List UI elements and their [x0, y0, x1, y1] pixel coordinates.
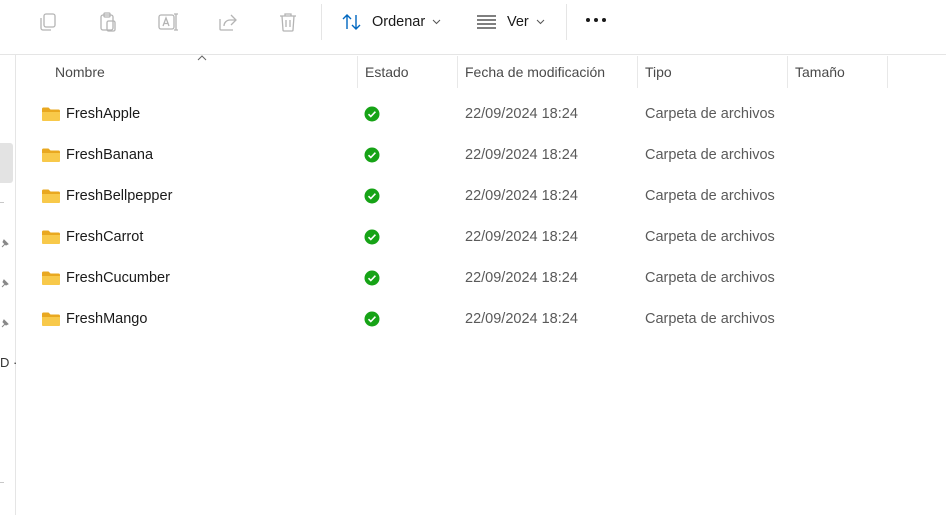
file-name[interactable]: FreshBellpepper [66, 188, 172, 204]
column-divider[interactable] [887, 56, 888, 88]
rename-icon[interactable] [155, 9, 181, 35]
folder-icon [42, 107, 60, 121]
nav-selected-item[interactable] [0, 143, 13, 183]
modified-date: 22/09/2024 18:24 [465, 269, 578, 286]
file-name[interactable]: FreshCarrot [66, 229, 143, 245]
file-row[interactable]: FreshBellpepper 22/09/2024 18:24 Carpeta… [30, 175, 946, 216]
chevron-down-icon [536, 19, 545, 25]
file-name-cell: FreshBanana [41, 134, 153, 175]
file-type: Carpeta de archivos [645, 146, 775, 163]
status-cell [364, 298, 380, 339]
toolbar-divider [566, 4, 567, 40]
sync-ok-icon [364, 147, 380, 162]
folder-icon [42, 230, 60, 244]
pin-icon [1, 319, 9, 328]
folder-icon [42, 189, 60, 203]
nav-separator [0, 482, 4, 483]
folder-icon [42, 271, 60, 285]
delete-icon[interactable] [275, 9, 301, 35]
sync-ok-icon [364, 106, 380, 121]
file-row[interactable]: FreshCucumber 22/09/2024 18:24 Carpeta d… [30, 257, 946, 298]
modified-date: 22/09/2024 18:24 [465, 187, 578, 204]
file-type: Carpeta de archivos [645, 269, 775, 286]
pin-icon [1, 239, 9, 248]
file-type: Carpeta de archivos [645, 187, 775, 204]
file-type: Carpeta de archivos [645, 105, 775, 122]
status-cell [364, 134, 380, 175]
file-name[interactable]: FreshMango [66, 311, 147, 327]
file-name[interactable]: FreshApple [66, 106, 140, 122]
share-icon[interactable] [215, 9, 241, 35]
file-name[interactable]: FreshBanana [66, 147, 153, 163]
sync-ok-icon [364, 188, 380, 203]
paste-icon[interactable] [95, 9, 121, 35]
view-label: Ver [507, 14, 529, 30]
modified-date: 22/09/2024 18:24 [465, 146, 578, 163]
file-row[interactable]: FreshMango 22/09/2024 18:24 Carpeta de a… [30, 298, 946, 339]
file-name-cell: FreshMango [41, 298, 147, 339]
nav-separator [0, 202, 4, 203]
nav-item-partial[interactable]: D · [0, 355, 17, 370]
file-name-cell: FreshCucumber [41, 257, 170, 298]
file-row[interactable]: FreshCarrot 22/09/2024 18:24 Carpeta de … [30, 216, 946, 257]
column-header-type[interactable]: Tipo [645, 56, 672, 88]
column-divider[interactable] [357, 56, 358, 88]
status-cell [364, 216, 380, 257]
status-cell [364, 93, 380, 134]
folder-icon [42, 312, 60, 326]
file-row[interactable]: FreshBanana 22/09/2024 18:24 Carpeta de … [30, 134, 946, 175]
toolbar-bottom-border [0, 54, 946, 55]
file-name-cell: FreshBellpepper [41, 175, 172, 216]
modified-date: 22/09/2024 18:24 [465, 105, 578, 122]
column-header-size[interactable]: Tamaño [795, 56, 845, 88]
column-header-status[interactable]: Estado [365, 56, 409, 88]
toolbar-divider [321, 4, 322, 40]
modified-date: 22/09/2024 18:24 [465, 228, 578, 245]
sync-ok-icon [364, 311, 380, 326]
more-options-icon[interactable] [586, 18, 606, 22]
status-cell [364, 175, 380, 216]
view-list-icon [477, 15, 496, 29]
command-bar: Ordenar Ver [0, 0, 946, 44]
file-name-cell: FreshApple [41, 93, 140, 134]
sync-ok-icon [364, 270, 380, 285]
sort-label: Ordenar [372, 14, 426, 30]
chevron-down-icon [432, 19, 441, 25]
column-header-name[interactable]: Nombre [55, 56, 105, 88]
column-divider[interactable] [457, 56, 458, 88]
view-button[interactable]: Ver [476, 8, 545, 36]
sync-ok-icon [364, 229, 380, 244]
file-type: Carpeta de archivos [645, 228, 775, 245]
file-type: Carpeta de archivos [645, 310, 775, 327]
file-name-cell: FreshCarrot [41, 216, 143, 257]
file-row[interactable]: FreshApple 22/09/2024 18:24 Carpeta de a… [30, 93, 946, 134]
file-name[interactable]: FreshCucumber [66, 270, 170, 286]
sort-button[interactable]: Ordenar [341, 8, 441, 36]
modified-date: 22/09/2024 18:24 [465, 310, 578, 327]
column-divider[interactable] [637, 56, 638, 88]
pin-icon [1, 279, 9, 288]
sort-ascending-icon [197, 55, 207, 61]
column-divider[interactable] [787, 56, 788, 88]
sort-icon [342, 14, 361, 30]
folder-icon [42, 148, 60, 162]
status-cell [364, 257, 380, 298]
copy-icon[interactable] [35, 9, 61, 35]
column-header-modified[interactable]: Fecha de modificación [465, 56, 605, 88]
